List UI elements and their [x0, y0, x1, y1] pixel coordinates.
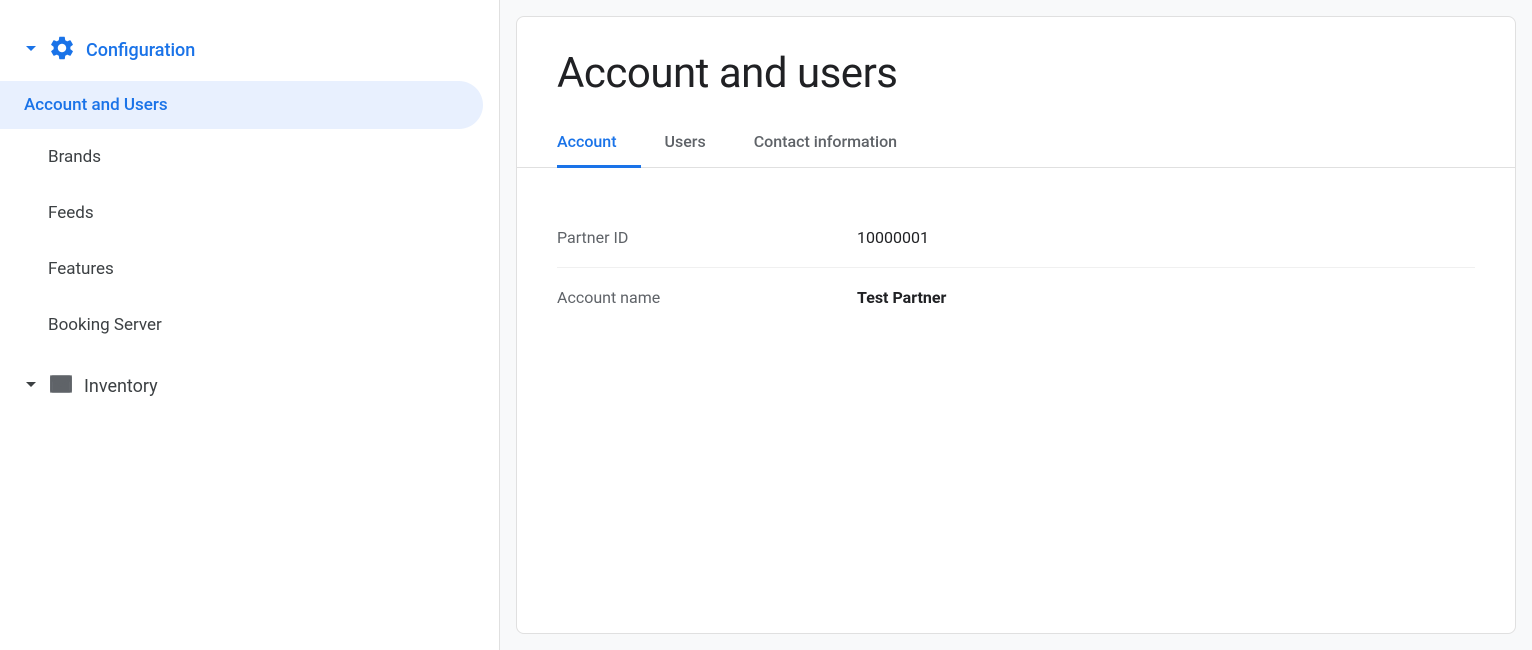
sidebar-item-account-and-users[interactable]: Account and Users	[0, 81, 483, 129]
sidebar-item-label: Booking Server	[48, 315, 162, 335]
account-name-label: Account name	[557, 288, 857, 307]
sidebar-item-label: Account and Users	[24, 95, 168, 115]
configuration-label: Configuration	[86, 40, 195, 61]
sidebar-item-label: Brands	[48, 147, 101, 167]
sidebar-item-booking-server[interactable]: Booking Server	[0, 297, 499, 353]
chevron-down-icon	[24, 42, 38, 60]
page-title: Account and users	[517, 17, 1515, 118]
partner-id-row: Partner ID 10000001	[557, 208, 1475, 268]
tabs-bar: Account Users Contact information	[517, 118, 1515, 168]
inventory-label: Inventory	[84, 376, 158, 397]
account-content: Partner ID 10000001 Account name Test Pa…	[517, 168, 1515, 367]
tab-account[interactable]: Account	[557, 118, 641, 168]
gear-icon	[48, 34, 76, 67]
sidebar-inventory-header[interactable]: Inventory	[0, 353, 499, 420]
account-name-row: Account name Test Partner	[557, 268, 1475, 327]
store-icon	[48, 371, 74, 402]
chevron-down-icon	[24, 376, 38, 397]
sidebar-item-features[interactable]: Features	[0, 241, 499, 297]
partner-id-label: Partner ID	[557, 228, 857, 247]
tab-users[interactable]: Users	[641, 118, 730, 168]
sidebar-configuration-header[interactable]: Configuration	[0, 20, 499, 81]
sidebar-item-label: Features	[48, 259, 114, 279]
account-name-value: Test Partner	[857, 288, 946, 307]
sidebar-item-brands[interactable]: Brands	[0, 129, 499, 185]
partner-id-value: 10000001	[857, 228, 929, 247]
sidebar-item-label: Feeds	[48, 203, 94, 223]
tab-contact-information[interactable]: Contact information	[730, 118, 921, 168]
main-panel: Account and users Account Users Contact …	[516, 16, 1516, 634]
sidebar-item-feeds[interactable]: Feeds	[0, 185, 499, 241]
sidebar: Configuration Account and Users Brands F…	[0, 0, 500, 650]
